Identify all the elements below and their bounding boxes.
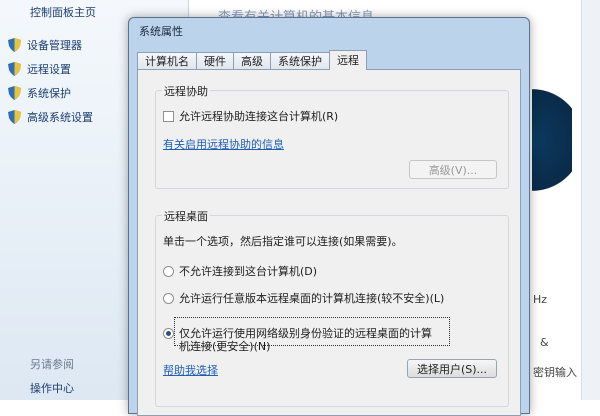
tab-remote[interactable]: 远程 <box>329 50 367 70</box>
assistance-info-link[interactable]: 有关启用远程协助的信息 <box>163 136 284 152</box>
sidebar-item-label: 设备管理器 <box>27 39 82 52</box>
remote-tab-panel: 远程协助 允许远程协助连接这台计算机(R) 有关启用远程协助的信息 高级(V).… <box>137 69 521 416</box>
focus-indicator <box>174 317 450 346</box>
see-also-heading: 另请参阅 <box>30 358 74 371</box>
radio-label: 允许运行任意版本远程桌面的计算机连接(较不安全)(L) <box>179 292 445 305</box>
tab-system-protection[interactable]: 系统保护 <box>270 52 330 70</box>
action-center-link[interactable]: 操作中心 <box>30 380 74 396</box>
advanced-button[interactable]: 高级(V)... <box>409 160 497 179</box>
sidebar-item-device-manager[interactable]: 设备管理器 <box>8 36 82 54</box>
sidebar-item-label: 远程设置 <box>27 63 71 76</box>
tab-hardware[interactable]: 硬件 <box>196 52 234 70</box>
select-users-button[interactable]: 选择用户(S)... <box>407 359 497 378</box>
background-text-fragment: 密钥输入 <box>533 366 577 379</box>
sidebar-item-label: 系统保护 <box>27 87 71 100</box>
system-properties-dialog: 系统属性 计算机名 硬件 高级 系统保护 远程 远程协助 允许远程协助连接这台计… <box>128 17 530 416</box>
shield-icon <box>8 38 21 52</box>
group-title: 远程协助 <box>162 83 210 99</box>
radio-label: 不允许连接到这台计算机(D) <box>179 265 318 278</box>
radio-deny-connections[interactable]: 不允许连接到这台计算机(D) <box>163 263 317 279</box>
sidebar-item-system-protection[interactable]: 系统保护 <box>8 84 71 102</box>
shield-icon <box>8 86 21 100</box>
checkbox-label: 允许远程协助连接这台计算机(R) <box>179 110 339 123</box>
tab-computer-name[interactable]: 计算机名 <box>137 52 197 70</box>
background-text-fragment: Hz <box>533 293 548 306</box>
sidebar-item-advanced-settings[interactable]: 高级系统设置 <box>8 108 93 126</box>
radio-allow-any-version[interactable]: 允许运行任意版本远程桌面的计算机连接(较不安全)(L) <box>163 290 444 306</box>
sidebar-item-remote-settings[interactable]: 远程设置 <box>8 60 71 78</box>
desktop-instruction: 单击一个选项，然后指定谁可以连接(如果需要)。 <box>163 235 403 248</box>
background-text-fragment: & <box>540 336 549 349</box>
help-me-choose-link[interactable]: 帮助我选择 <box>163 362 218 378</box>
dialog-title: 系统属性 <box>139 25 183 38</box>
shield-icon <box>8 110 21 124</box>
allow-assistance-checkbox-row[interactable]: 允许远程协助连接这台计算机(R) <box>163 108 338 124</box>
windows-logo-graphic <box>532 80 572 200</box>
allow-assistance-checkbox[interactable] <box>163 110 174 122</box>
scrollbar[interactable] <box>581 0 600 400</box>
radio-button[interactable] <box>163 292 174 304</box>
sidebar-item-label: 高级系统设置 <box>27 111 93 124</box>
shield-icon <box>8 62 21 76</box>
radio-button-selected[interactable] <box>163 327 174 339</box>
radio-button[interactable] <box>163 265 174 277</box>
tab-advanced[interactable]: 高级 <box>233 52 271 70</box>
group-title: 远程桌面 <box>162 208 210 224</box>
control-panel-home-link[interactable]: 控制面板主页 <box>30 4 96 20</box>
